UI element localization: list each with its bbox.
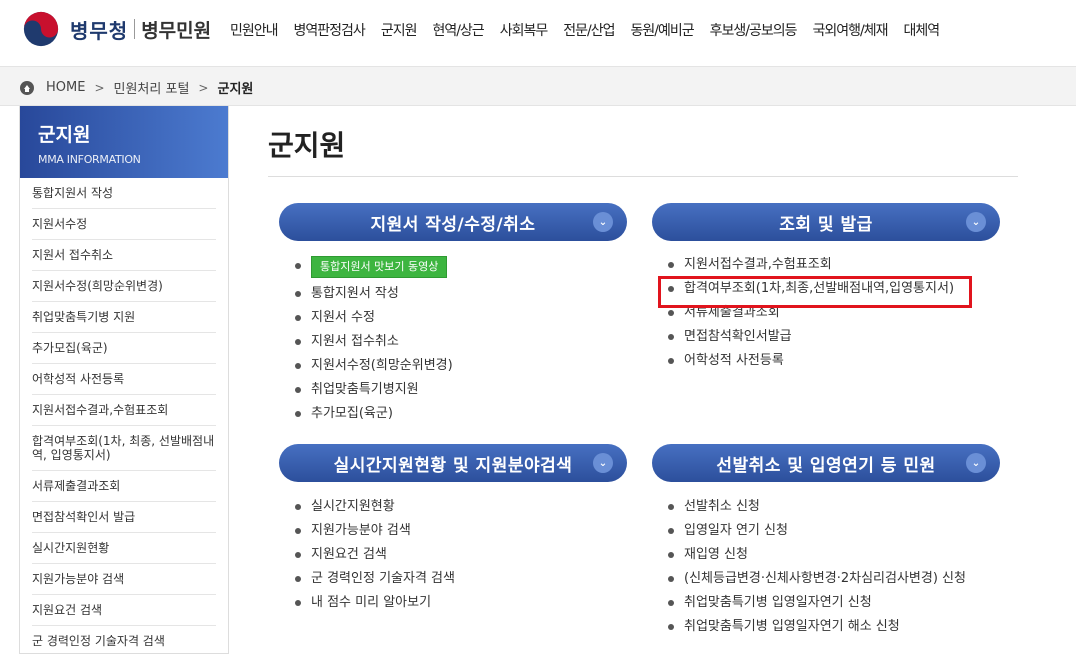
chevron-down-icon[interactable]: ⌄	[593, 212, 613, 232]
section-list-realtime: 실시간지원현황 지원가능분야 검색 지원요건 검색 군 경력인정 기술자격 검색…	[295, 497, 455, 617]
breadcrumb-level1[interactable]: 민원처리 포털	[114, 78, 190, 97]
sidebar-item[interactable]: 군 경력인정 기술자격 검색	[32, 626, 216, 653]
taegeuk-emblem-icon	[23, 11, 59, 47]
list-item[interactable]: 지원서수정(희망순위변경)	[295, 356, 453, 380]
list-item[interactable]: 내 점수 미리 알아보기	[295, 593, 455, 617]
list-item[interactable]: 선발취소 신청	[668, 497, 966, 521]
breadcrumb-bar: HOME > 민원처리 포털 > 군지원	[0, 66, 1076, 106]
page-title: 군지원	[268, 129, 346, 162]
site-header: 병무청 병무민원 민원안내 병역판정검사 군지원 현역/상근 사회복무 전문/산…	[0, 0, 1076, 60]
nav-item[interactable]: 대체역	[904, 20, 941, 40]
section-header-apply[interactable]: 지원서 작성/수정/취소 ⌄	[279, 203, 627, 241]
list-item[interactable]: 지원가능분야 검색	[295, 521, 455, 545]
section-header-cancel[interactable]: 선발취소 및 입영연기 등 민원 ⌄	[652, 444, 1000, 482]
sidebar-subtitle: MMA INFORMATION	[38, 153, 141, 166]
nav-item[interactable]: 병역판정검사	[294, 20, 366, 40]
section-label: 실시간지원현황 및 지원분야검색	[333, 455, 573, 476]
list-item[interactable]: 추가모집(육군)	[295, 404, 453, 428]
sidebar-item[interactable]: 통합지원서 작성	[32, 178, 216, 209]
chevron-down-icon[interactable]: ⌄	[966, 453, 986, 473]
sidebar-item[interactable]: 지원요건 검색	[32, 595, 216, 626]
nav-item[interactable]: 군지원	[381, 20, 418, 40]
logo[interactable]: 병무청 병무민원	[22, 10, 211, 48]
section-label: 지원서 작성/수정/취소	[370, 214, 536, 235]
sidebar-item[interactable]: 지원서수정	[32, 209, 216, 240]
logo-divider	[134, 19, 136, 39]
sidebar-item[interactable]: 지원서 접수취소	[32, 240, 216, 271]
highlight-box	[658, 276, 972, 308]
breadcrumb-home[interactable]: HOME	[46, 80, 85, 95]
breadcrumb: HOME > 민원처리 포털 > 군지원	[20, 78, 253, 97]
sidebar-item[interactable]: 지원가능분야 검색	[32, 564, 216, 595]
section-header-inquiry[interactable]: 조회 및 발급 ⌄	[652, 203, 1000, 241]
nav-item[interactable]: 전문/산업	[563, 20, 615, 40]
sidebar-item[interactable]: 지원서접수결과,수험표조회	[32, 395, 216, 426]
sidebar-item[interactable]: 실시간지원현황	[32, 533, 216, 564]
list-item[interactable]: 통합지원서 작성	[295, 284, 453, 308]
global-nav: 민원안내 병역판정검사 군지원 현역/상근 사회복무 전문/산업 동원/예비군 …	[230, 20, 955, 40]
section-header-realtime[interactable]: 실시간지원현황 및 지원분야검색 ⌄	[279, 444, 627, 482]
video-preview-button[interactable]: 통합지원서 맛보기 동영상	[311, 256, 448, 278]
nav-item[interactable]: 동원/예비군	[630, 20, 694, 40]
list-item[interactable]: 취업맞춤특기병 입영일자연기 신청	[668, 593, 966, 617]
list-item[interactable]: 취업맞춤특기병지원	[295, 380, 453, 404]
sidebar-item[interactable]: 합격여부조회(1차, 최종, 선발배점내역, 입영통지서)	[32, 426, 216, 471]
home-icon[interactable]	[20, 80, 34, 95]
nav-item[interactable]: 민원안내	[230, 20, 279, 40]
list-item[interactable]: 입영일자 연기 신청	[668, 521, 966, 545]
sidebar-title: 군지원	[38, 124, 91, 146]
sidebar-item[interactable]: 면접참석확인서 발급	[32, 502, 216, 533]
list-item[interactable]: 지원서 접수취소	[295, 332, 453, 356]
list-item[interactable]: 군 경력인정 기술자격 검색	[295, 569, 455, 593]
sidebar: 군지원 MMA INFORMATION 통합지원서 작성 지원서수정 지원서 접…	[19, 106, 229, 654]
list-item[interactable]: 지원서 수정	[295, 308, 453, 332]
sidebar-menu: 통합지원서 작성 지원서수정 지원서 접수취소 지원서수정(희망순위변경) 취업…	[20, 178, 228, 653]
list-item[interactable]: (신체등급변경·신체사항변경·2차심리검사변경) 신청	[668, 569, 966, 593]
breadcrumb-current[interactable]: 군지원	[217, 78, 253, 97]
sidebar-header: 군지원 MMA INFORMATION	[20, 106, 228, 178]
list-item[interactable]: 지원요건 검색	[295, 545, 455, 569]
list-item: 통합지원서 맛보기 동영상	[295, 256, 453, 284]
section-label: 선발취소 및 입영연기 등 민원	[716, 455, 936, 476]
list-item[interactable]: 실시간지원현황	[295, 497, 455, 521]
sidebar-item[interactable]: 지원서수정(희망순위변경)	[32, 271, 216, 302]
sidebar-item[interactable]: 어학성적 사전등록	[32, 364, 216, 395]
chevron-down-icon[interactable]: ⌄	[966, 212, 986, 232]
nav-item[interactable]: 후보생/공보의등	[710, 20, 798, 40]
chevron-down-icon[interactable]: ⌄	[593, 453, 613, 473]
chevron-right-icon: >	[198, 80, 209, 95]
sidebar-item[interactable]: 서류제출결과조회	[32, 471, 216, 502]
nav-item[interactable]: 현역/상근	[432, 20, 484, 40]
title-divider	[268, 176, 1018, 177]
list-item[interactable]: 취업맞춤특기병 입영일자연기 해소 신청	[668, 617, 966, 641]
section-list-cancel: 선발취소 신청 입영일자 연기 신청 재입영 신청 (신체등급변경·신체사항변경…	[668, 497, 966, 641]
section-list-apply: 통합지원서 맛보기 동영상 통합지원서 작성 지원서 수정 지원서 접수취소 지…	[295, 256, 453, 428]
sidebar-item[interactable]: 취업맞춤특기병 지원	[32, 302, 216, 333]
list-item[interactable]: 면접참석확인서발급	[668, 327, 954, 351]
logo-subtitle: 병무민원	[141, 19, 212, 42]
nav-item[interactable]: 사회복무	[500, 20, 549, 40]
sidebar-item[interactable]: 추가모집(육군)	[32, 333, 216, 364]
nav-item[interactable]: 국외여행/체재	[813, 20, 889, 40]
logo-title: 병무청	[70, 18, 129, 43]
list-item[interactable]: 재입영 신청	[668, 545, 966, 569]
section-list-inquiry: 지원서접수결과,수험표조회 합격여부조회(1차,최종,선발배점내역,입영통지서)…	[668, 255, 954, 375]
section-label: 조회 및 발급	[779, 214, 873, 235]
list-item[interactable]: 어학성적 사전등록	[668, 351, 954, 375]
chevron-right-icon: >	[94, 80, 105, 95]
